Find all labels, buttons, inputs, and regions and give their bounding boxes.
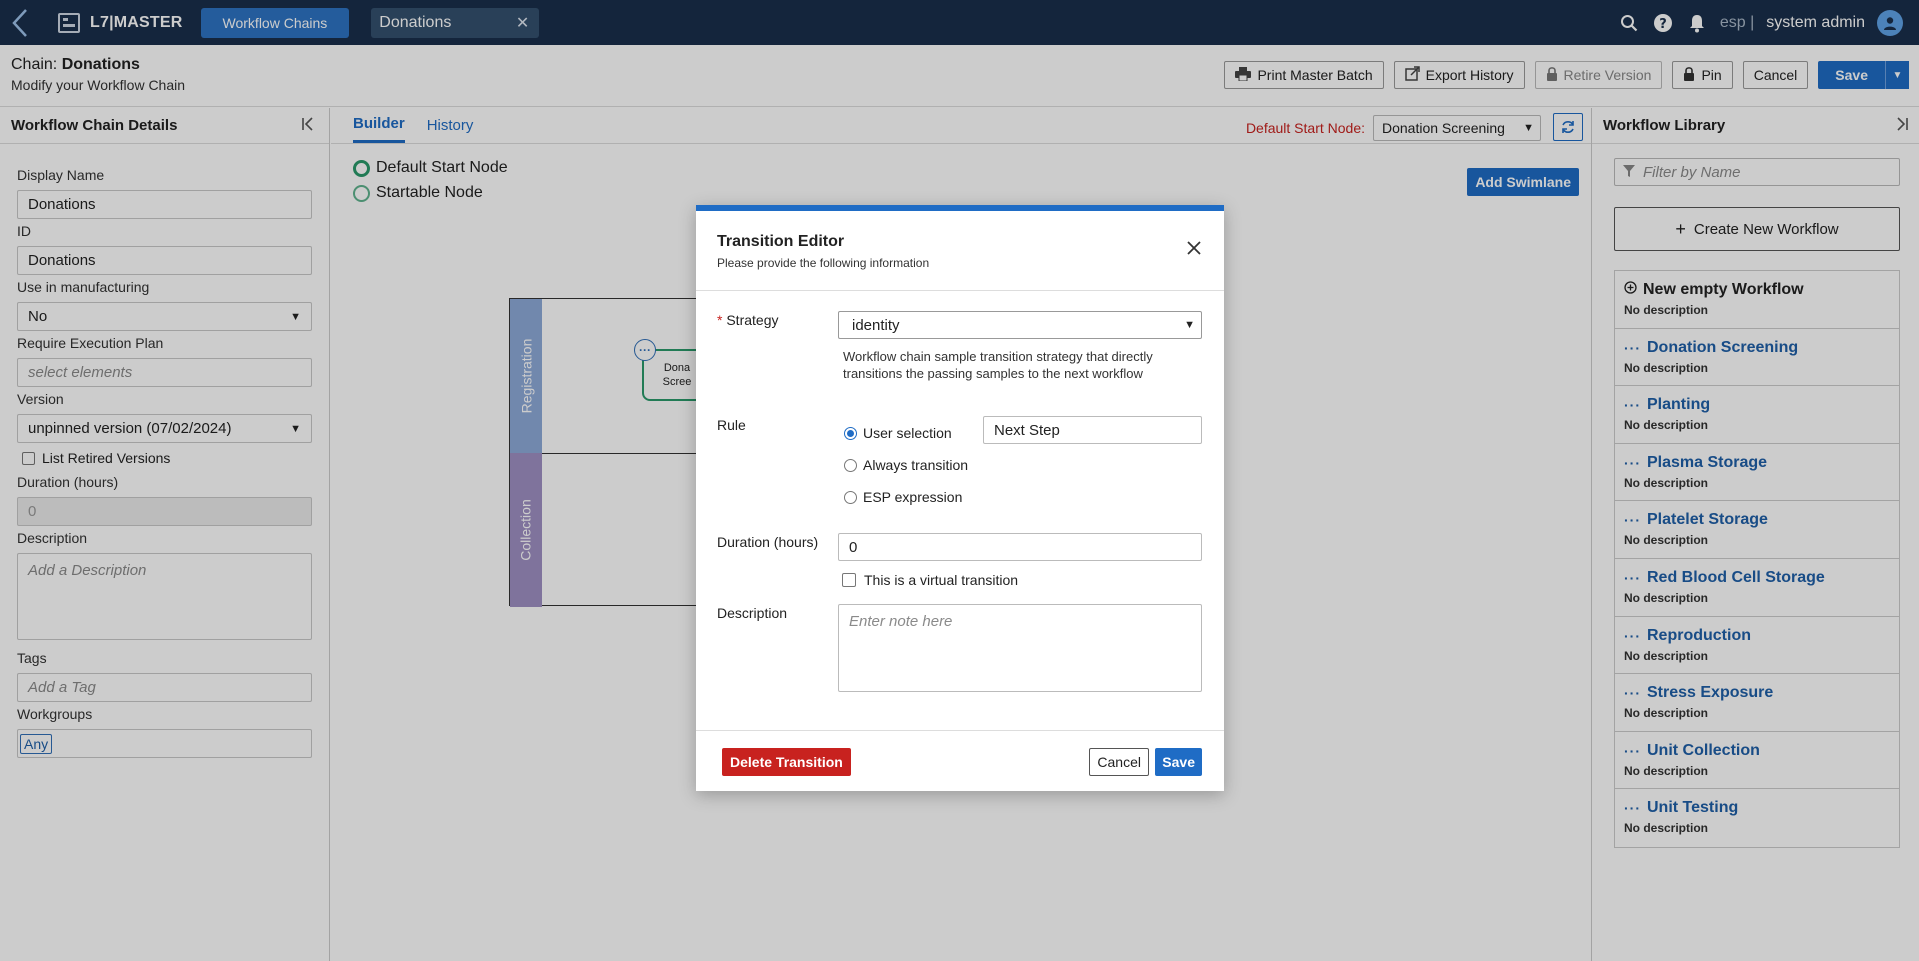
duration-hours-label: Duration (hours) bbox=[717, 534, 819, 550]
rule-always-transition-radio[interactable] bbox=[844, 458, 857, 472]
strategy-select[interactable]: identity ▼ bbox=[838, 311, 1202, 339]
modal-divider bbox=[696, 290, 1224, 291]
rule-label: Rule bbox=[717, 417, 746, 433]
transition-editor-modal: Transition Editor Please provide the fol… bbox=[696, 205, 1224, 791]
modal-description-label: Description bbox=[717, 605, 788, 621]
required-marker: * bbox=[717, 312, 723, 328]
modal-footer-divider bbox=[696, 730, 1224, 731]
virtual-transition-checkbox[interactable] bbox=[842, 573, 856, 587]
delete-transition-button[interactable]: Delete Transition bbox=[722, 748, 851, 776]
strategy-label-text: Strategy bbox=[726, 312, 779, 328]
chevron-down-icon: ▼ bbox=[1184, 319, 1195, 331]
strategy-help-text: Workflow chain sample transition strateg… bbox=[843, 349, 1153, 381]
modal-description-textarea[interactable]: Enter note here bbox=[838, 604, 1202, 692]
rule-esp-expression[interactable]: ESP expression bbox=[844, 489, 962, 505]
strategy-value: identity bbox=[852, 316, 900, 334]
modal-save-button[interactable]: Save bbox=[1155, 748, 1202, 776]
duration-hours-input[interactable]: 0 bbox=[838, 533, 1202, 561]
virtual-transition-label: This is a virtual transition bbox=[864, 572, 1019, 588]
modal-cancel-button[interactable]: Cancel bbox=[1089, 748, 1149, 776]
rule-user-selection-label: User selection bbox=[863, 425, 952, 441]
rule-user-selection[interactable]: User selection bbox=[844, 425, 952, 441]
rule-user-selection-radio[interactable] bbox=[844, 426, 857, 440]
modal-title: Transition Editor bbox=[717, 233, 845, 250]
modal-subtitle: Please provide the following information bbox=[717, 256, 930, 270]
virtual-transition[interactable]: This is a virtual transition bbox=[842, 572, 1018, 588]
rule-esp-label: ESP expression bbox=[863, 489, 963, 505]
rule-value-input[interactable]: Next Step bbox=[983, 416, 1202, 444]
rule-always-transition[interactable]: Always transition bbox=[844, 457, 968, 473]
rule-always-label: Always transition bbox=[863, 457, 969, 473]
rule-esp-expression-radio[interactable] bbox=[844, 490, 857, 504]
close-icon[interactable] bbox=[1186, 237, 1202, 261]
strategy-label: * Strategy bbox=[717, 312, 778, 328]
